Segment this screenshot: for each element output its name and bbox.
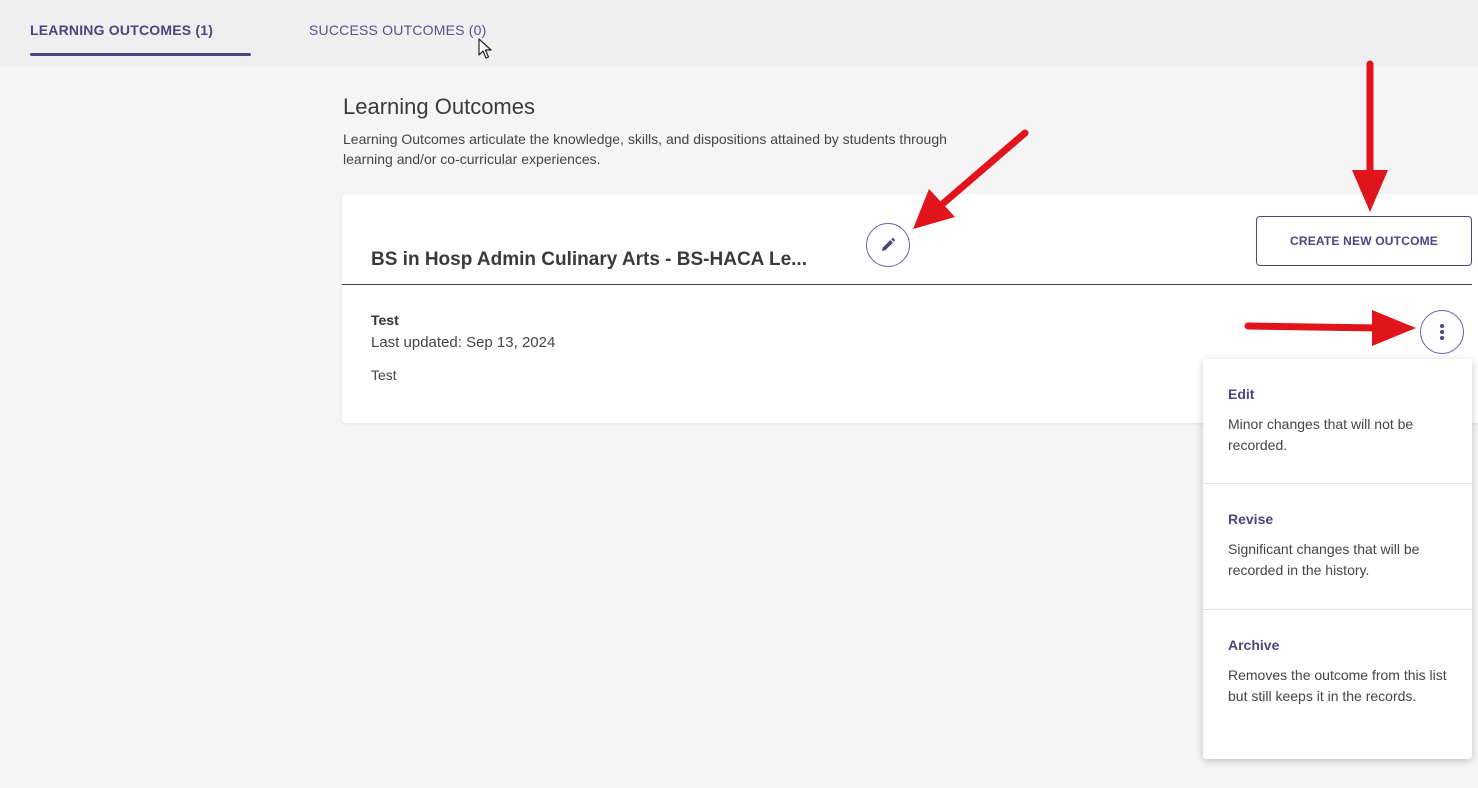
create-new-outcome-button[interactable]: CREATE NEW OUTCOME [1256,216,1472,266]
menu-item-description: Minor changes that will not be recorded. [1228,416,1414,453]
menu-item-description: Significant changes that will be recorde… [1228,541,1420,578]
card-divider [342,284,1472,285]
tab-success-outcomes[interactable]: SUCCESS OUTCOMES (0) [309,22,486,38]
menu-item-title: Revise [1228,511,1274,527]
menu-item-description: Removes the outcome from this list but s… [1228,667,1447,704]
mouse-cursor-icon [478,38,492,59]
outcome-set-title: BS in Hosp Admin Culinary Arts - BS-HACA… [371,249,807,270]
menu-item-edit[interactable]: Edit Minor changes that will not be reco… [1203,359,1472,483]
outcome-last-updated: Last updated: Sep 13, 2024 [371,334,556,351]
menu-item-title: Edit [1228,386,1255,402]
more-options-button[interactable] [1420,310,1464,354]
pencil-icon [882,237,896,251]
page-description: Learning Outcomes articulate the knowled… [343,131,947,167]
tab-bar: LEARNING OUTCOMES (1) SUCCESS OUTCOMES (… [0,0,1478,66]
outcome-title: Test [371,312,399,328]
menu-item-title: Archive [1228,637,1280,653]
edit-title-button[interactable] [866,223,910,267]
kebab-menu-icon [1440,324,1444,340]
outcome-options-menu: Edit Minor changes that will not be reco… [1203,359,1472,759]
menu-item-archive[interactable]: Archive Removes the outcome from this li… [1203,610,1472,759]
tab-learning-outcomes[interactable]: LEARNING OUTCOMES (1) [30,22,213,38]
page: LEARNING OUTCOMES (1) SUCCESS OUTCOMES (… [0,0,1478,788]
page-title: Learning Outcomes [343,94,535,119]
menu-item-revise[interactable]: Revise Significant changes that will be … [1203,484,1472,609]
outcome-description: Test [371,367,397,383]
active-tab-indicator [30,53,251,56]
